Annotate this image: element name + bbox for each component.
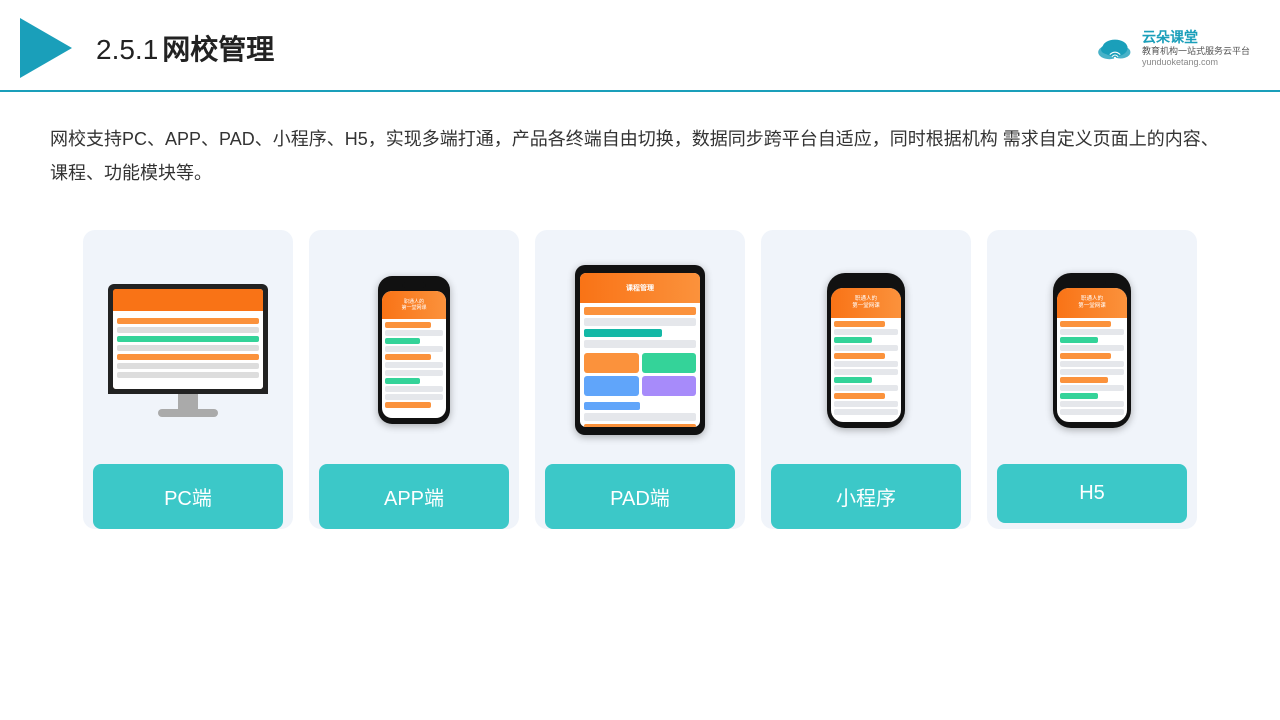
page-title: 2.5.1网校管理 (96, 28, 274, 68)
card-label-pc: PC端 (93, 464, 283, 529)
card-pc: PC端 (83, 230, 293, 529)
card-image-h5: 职通人的第一堂网课 (997, 250, 1187, 450)
card-miniprogram: 职通人的第一堂网课 (761, 230, 971, 529)
phone-h5-icon: 职通人的第一堂网课 (1053, 273, 1131, 428)
card-image-pad: 课程管理 (545, 250, 735, 450)
card-h5: 职通人的第一堂网课 (987, 230, 1197, 529)
tablet-pad-icon: 课程管理 (575, 265, 705, 435)
phone-app-icon: 职通人的第一堂网课 (378, 276, 450, 424)
card-label-h5: H5 (997, 464, 1187, 523)
card-label-miniprogram: 小程序 (771, 464, 961, 529)
card-image-app: 职通人的第一堂网课 (319, 250, 509, 450)
description-text: 网校支持PC、APP、PAD、小程序、H5，实现多端打通，产品各终端自由切换，数… (0, 92, 1280, 210)
header-left: 2.5.1网校管理 (20, 18, 274, 78)
section-number: 2.5.1 (96, 34, 158, 65)
brand-logo: 云朵课堂 教育机构一站式服务云平台 yunduoketang.com (1094, 29, 1250, 67)
phone-miniprogram-icon: 职通人的第一堂网课 (827, 273, 905, 428)
card-image-miniprogram: 职通人的第一堂网课 (771, 250, 961, 450)
header: 2.5.1网校管理 云朵课堂 教育机构一站式服务云平台 yunduoketang… (0, 0, 1280, 92)
pc-monitor-icon (108, 284, 268, 417)
logo-triangle-icon (20, 18, 72, 78)
card-pad: 课程管理 (535, 230, 745, 529)
card-image-pc (93, 250, 283, 450)
cards-container: PC端 职通人的第一堂网课 (0, 210, 1280, 549)
brand-subtitle: 教育机构一站式服务云平台 (1142, 46, 1250, 57)
header-right: 云朵课堂 教育机构一站式服务云平台 yunduoketang.com (1094, 29, 1250, 67)
brand-url: yunduoketang.com (1142, 57, 1218, 67)
card-app: 职通人的第一堂网课 (309, 230, 519, 529)
card-label-app: APP端 (319, 464, 509, 529)
title-text: 网校管理 (162, 34, 274, 65)
brand-text: 云朵课堂 教育机构一站式服务云平台 yunduoketang.com (1142, 29, 1250, 67)
brand-name: 云朵课堂 (1142, 29, 1198, 46)
card-label-pad: PAD端 (545, 464, 735, 529)
cloud-icon (1094, 34, 1136, 62)
